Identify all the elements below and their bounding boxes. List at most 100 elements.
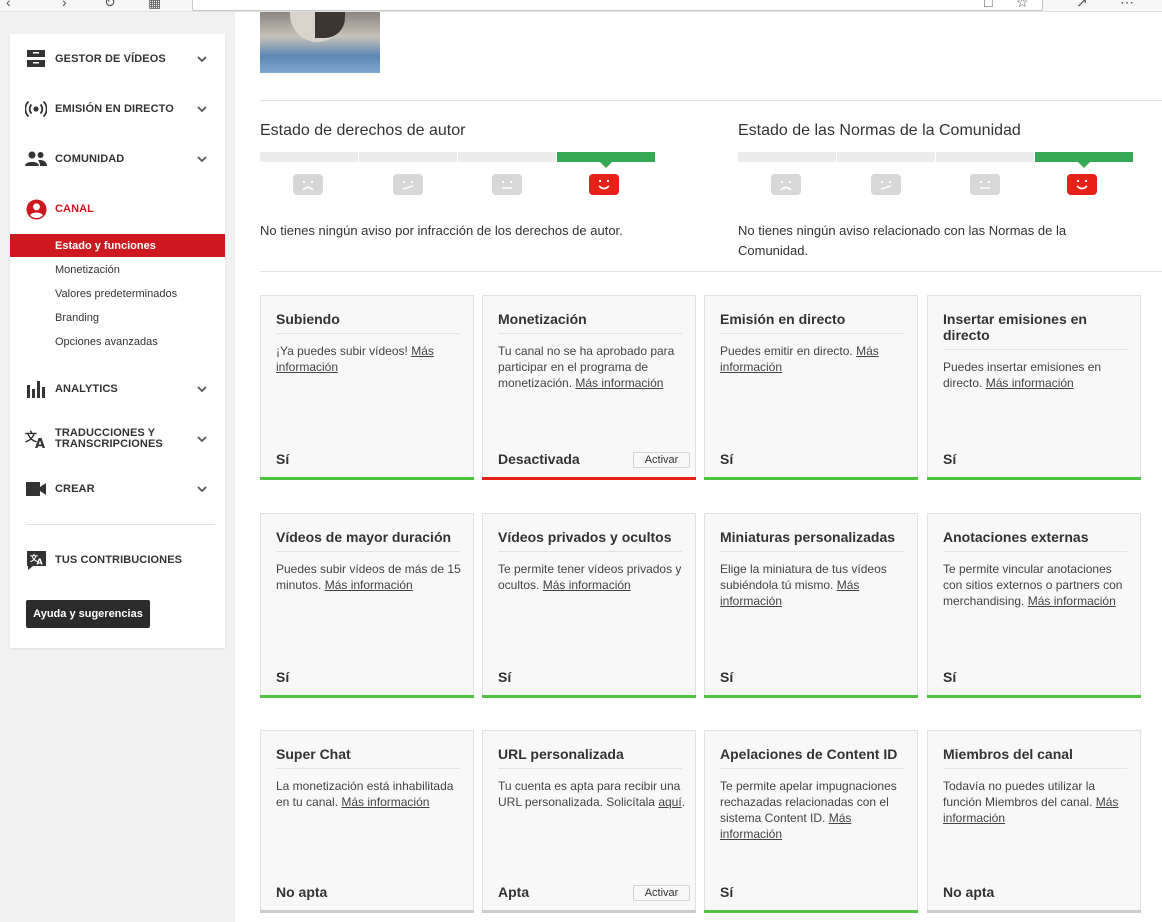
nav-live-stream[interactable]: EMISIÓN EN DIRECTO	[10, 91, 225, 127]
nav-label: ANALYTICS	[55, 382, 118, 395]
more-info-link[interactable]: aquí	[658, 795, 681, 809]
feature-status-bar	[260, 695, 474, 698]
more-info-link[interactable]: Más información	[575, 376, 663, 390]
share-icon[interactable]: ↗	[1076, 0, 1088, 11]
feature-status-text: Sí	[498, 669, 512, 685]
nav-video-manager[interactable]: GESTOR DE VÍDEOS	[10, 41, 225, 77]
subnav-status-and-features[interactable]: Estado y funciones	[10, 234, 225, 257]
feature-card-text: Todavía no puedes utilizar la función Mi…	[943, 779, 1096, 809]
video-manager-icon	[25, 48, 47, 70]
divider	[260, 271, 1162, 272]
subnav-branding[interactable]: Branding	[10, 306, 225, 329]
happy-face-icon	[589, 174, 619, 195]
apps-icon[interactable]: ▦	[148, 0, 161, 11]
feature-card-description: ¡Ya puedes subir vídeos! Más información	[276, 343, 466, 375]
feature-card: Subiendo ¡Ya puedes subir vídeos! Más inf…	[260, 295, 474, 480]
nav-translations[interactable]: 文A TRADUCCIONES Y TRANSCRIPCIONES	[10, 421, 225, 457]
feature-card-divider	[276, 551, 460, 552]
feature-card-divider	[276, 333, 460, 334]
feature-status-bar	[482, 695, 696, 698]
forward-icon[interactable]: ›	[62, 0, 67, 10]
menu-icon[interactable]: ⋯	[1120, 0, 1134, 11]
feature-card-description: Todavía no puedes utilizar la función Mi…	[943, 778, 1133, 826]
chevron-down-icon[interactable]	[196, 103, 208, 115]
feature-card-description: Puedes insertar emisiones en directo. Má…	[943, 359, 1133, 391]
community-status-meter	[738, 152, 1134, 168]
copyright-status: Estado de derechos de autor No tienes ni…	[260, 122, 660, 238]
community-icon	[25, 148, 47, 170]
description-line: No tienes ningún aviso relacionado con l…	[738, 223, 1067, 238]
skeptical-face-icon	[871, 174, 901, 195]
feature-card-title: Emisión en directo	[720, 311, 846, 327]
nav-label: EMISIÓN EN DIRECTO	[55, 102, 174, 115]
copyright-status-description: No tienes ningún aviso por infracción de…	[260, 223, 623, 238]
subnav-upload-defaults[interactable]: Valores predeterminados	[10, 282, 225, 305]
more-info-link[interactable]: Más información	[341, 795, 429, 809]
feature-card: Miembros del canal Todavía no puedes util…	[927, 730, 1141, 913]
feature-status-text: Sí	[943, 451, 957, 467]
enable-button[interactable]: Activar	[633, 452, 690, 468]
feature-card-description: Elige la miniatura de tus vídeos subiénd…	[720, 561, 910, 609]
sad-face-icon	[293, 174, 323, 195]
translate-icon: 文A	[25, 428, 47, 450]
nav-create[interactable]: CREAR	[10, 471, 225, 507]
feature-status-bar	[260, 477, 474, 480]
more-info-link[interactable]: Más información	[1028, 594, 1116, 608]
feature-card: Anotaciones externas Te permite vincular …	[927, 513, 1141, 698]
refresh-icon[interactable]: ↻	[104, 0, 116, 11]
feature-card-description: Te permite vincular anotaciones con siti…	[943, 561, 1133, 609]
feature-card-divider	[498, 333, 682, 334]
reader-icon[interactable]: □	[984, 0, 992, 10]
skeptical-face-icon	[393, 174, 423, 195]
nav-label: GESTOR DE VÍDEOS	[55, 52, 166, 65]
enable-button[interactable]: Activar	[633, 885, 690, 901]
back-icon[interactable]: ‹	[6, 0, 11, 10]
svg-text:A: A	[36, 557, 43, 566]
community-face-scale	[738, 174, 1134, 196]
address-bar[interactable]	[192, 0, 1043, 11]
feature-status-text: No apta	[276, 884, 328, 900]
feature-card-title: Miniaturas personalizadas	[720, 529, 896, 545]
feature-status-text: Sí	[720, 451, 734, 467]
feature-card-title: Miembros del canal	[943, 746, 1073, 762]
subnav-monetization[interactable]: Monetización	[10, 258, 225, 281]
feature-status-text: Sí	[276, 669, 290, 685]
main-content: Estado de derechos de autor No tienes ni…	[235, 12, 1162, 922]
chevron-down-icon[interactable]	[196, 483, 208, 495]
help-feedback-button[interactable]: Ayuda y sugerencias	[26, 600, 150, 628]
copyright-face-scale	[260, 174, 656, 196]
nav-your-contributions[interactable]: 文A TUS CONTRIBUCIONES	[10, 542, 225, 578]
nav-label: TUS CONTRIBUCIONES	[55, 553, 183, 566]
feature-card-title: Anotaciones externas	[943, 529, 1089, 545]
feature-card-title: Subiendo	[276, 311, 340, 327]
more-info-link[interactable]: Más información	[543, 578, 631, 592]
more-info-link[interactable]: Más información	[986, 376, 1074, 390]
chevron-down-icon[interactable]	[196, 153, 208, 165]
feature-card-divider	[943, 768, 1127, 769]
copyright-status-meter	[260, 152, 656, 168]
feature-card-text: Tu cuenta es apta para recibir una URL p…	[498, 779, 681, 809]
feature-card-title: Super Chat	[276, 746, 351, 762]
subnav-advanced[interactable]: Opciones avanzadas	[10, 330, 225, 353]
more-info-link[interactable]: Más información	[325, 578, 413, 592]
feature-card-description: Tu canal no se ha aprobado para particip…	[498, 343, 688, 391]
favorite-star-icon[interactable]: ☆	[1016, 0, 1029, 11]
nav-analytics[interactable]: ANALYTICS	[10, 371, 225, 407]
create-icon	[25, 478, 47, 500]
chevron-down-icon[interactable]	[196, 383, 208, 395]
chevron-down-icon[interactable]	[196, 433, 208, 445]
feature-status-text: Apta	[498, 884, 530, 900]
description-line: Comunidad.	[738, 243, 809, 258]
happy-face-icon	[1067, 174, 1097, 195]
feature-status-bar	[260, 910, 474, 913]
feature-card-description: Te permite tener vídeos privados y ocult…	[498, 561, 688, 593]
community-guidelines-status: Estado de las Normas de la Comunidad No …	[738, 122, 1138, 258]
nav-community[interactable]: COMUNIDAD	[10, 141, 225, 177]
feature-status-bar	[927, 695, 1141, 698]
nav-channel[interactable]: CANAL	[10, 191, 225, 227]
feature-status-text: No apta	[943, 884, 995, 900]
community-status-title: Estado de las Normas de la Comunidad	[738, 122, 1021, 139]
feature-status-text: Sí	[943, 669, 957, 685]
chevron-down-icon[interactable]	[196, 53, 208, 65]
feature-card: Apelaciones de Content ID Te permite apel…	[704, 730, 918, 913]
